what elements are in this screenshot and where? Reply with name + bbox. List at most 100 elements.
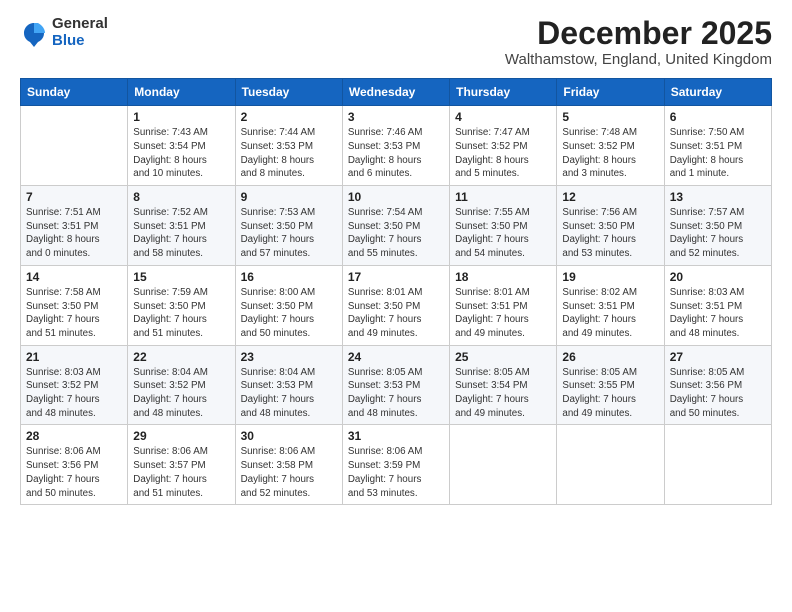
calendar-cell: 15 Sunrise: 7:59 AMSunset: 3:50 PMDayligh… xyxy=(128,265,235,345)
day-detail: Sunrise: 7:50 AMSunset: 3:51 PMDaylight:… xyxy=(670,126,766,181)
day-detail: Sunrise: 7:44 AMSunset: 3:53 PMDaylight:… xyxy=(241,126,337,181)
day-number: 9 xyxy=(241,190,337,204)
calendar-cell: 5 Sunrise: 7:48 AMSunset: 3:52 PMDaylight… xyxy=(557,106,664,186)
day-detail: Sunrise: 7:48 AMSunset: 3:52 PMDaylight:… xyxy=(562,126,658,181)
day-number: 21 xyxy=(26,350,122,364)
day-number: 31 xyxy=(348,429,444,443)
logo-text: General Blue xyxy=(52,16,108,49)
logo-icon xyxy=(20,19,48,47)
day-detail: Sunrise: 8:03 AMSunset: 3:51 PMDaylight:… xyxy=(670,286,766,341)
day-detail: Sunrise: 8:01 AMSunset: 3:50 PMDaylight:… xyxy=(348,286,444,341)
calendar-cell xyxy=(664,425,771,505)
calendar-cell: 2 Sunrise: 7:44 AMSunset: 3:53 PMDaylight… xyxy=(235,106,342,186)
day-detail: Sunrise: 7:53 AMSunset: 3:50 PMDaylight:… xyxy=(241,206,337,261)
day-number: 10 xyxy=(348,190,444,204)
day-number: 23 xyxy=(241,350,337,364)
day-of-week-header: Thursday xyxy=(450,79,557,106)
day-detail: Sunrise: 7:56 AMSunset: 3:50 PMDaylight:… xyxy=(562,206,658,261)
day-detail: Sunrise: 8:03 AMSunset: 3:52 PMDaylight:… xyxy=(26,366,122,421)
day-number: 18 xyxy=(455,270,551,284)
day-of-week-header: Saturday xyxy=(664,79,771,106)
calendar-week-row: 7 Sunrise: 7:51 AMSunset: 3:51 PMDaylight… xyxy=(21,186,772,266)
day-number: 22 xyxy=(133,350,229,364)
day-detail: Sunrise: 8:04 AMSunset: 3:52 PMDaylight:… xyxy=(133,366,229,421)
calendar-week-row: 14 Sunrise: 7:58 AMSunset: 3:50 PMDayligh… xyxy=(21,265,772,345)
calendar-cell: 25 Sunrise: 8:05 AMSunset: 3:54 PMDayligh… xyxy=(450,345,557,425)
calendar-cell: 12 Sunrise: 7:56 AMSunset: 3:50 PMDayligh… xyxy=(557,186,664,266)
calendar-cell: 13Sunrise: 7:57 AMSunset: 3:50 PMDayligh… xyxy=(664,186,771,266)
title-block: December 2025 Walthamstow, England, Unit… xyxy=(505,16,772,68)
day-detail: Sunrise: 7:59 AMSunset: 3:50 PMDaylight:… xyxy=(133,286,229,341)
day-detail: Sunrise: 8:06 AMSunset: 3:56 PMDaylight:… xyxy=(26,445,122,500)
day-detail: Sunrise: 8:05 AMSunset: 3:54 PMDaylight:… xyxy=(455,366,551,421)
calendar-cell xyxy=(21,106,128,186)
day-detail: Sunrise: 7:47 AMSunset: 3:52 PMDaylight:… xyxy=(455,126,551,181)
day-detail: Sunrise: 8:00 AMSunset: 3:50 PMDaylight:… xyxy=(241,286,337,341)
calendar-cell: 27Sunrise: 8:05 AMSunset: 3:56 PMDayligh… xyxy=(664,345,771,425)
calendar-cell: 22 Sunrise: 8:04 AMSunset: 3:52 PMDayligh… xyxy=(128,345,235,425)
day-number: 3 xyxy=(348,110,444,124)
day-number: 4 xyxy=(455,110,551,124)
day-number: 14 xyxy=(26,270,122,284)
calendar-cell xyxy=(557,425,664,505)
day-detail: Sunrise: 8:06 AMSunset: 3:57 PMDaylight:… xyxy=(133,445,229,500)
day-number: 24 xyxy=(348,350,444,364)
day-number: 26 xyxy=(562,350,658,364)
day-number: 15 xyxy=(133,270,229,284)
calendar-cell: 16 Sunrise: 8:00 AMSunset: 3:50 PMDayligh… xyxy=(235,265,342,345)
day-number: 12 xyxy=(562,190,658,204)
day-detail: Sunrise: 8:05 AMSunset: 3:55 PMDaylight:… xyxy=(562,366,658,421)
day-number: 13 xyxy=(670,190,766,204)
day-of-week-header: Monday xyxy=(128,79,235,106)
day-detail: Sunrise: 7:58 AMSunset: 3:50 PMDaylight:… xyxy=(26,286,122,341)
calendar-cell: 14 Sunrise: 7:58 AMSunset: 3:50 PMDayligh… xyxy=(21,265,128,345)
day-of-week-header: Friday xyxy=(557,79,664,106)
day-detail: Sunrise: 8:06 AMSunset: 3:59 PMDaylight:… xyxy=(348,445,444,500)
day-detail: Sunrise: 8:05 AMSunset: 3:53 PMDaylight:… xyxy=(348,366,444,421)
day-detail: Sunrise: 7:55 AMSunset: 3:50 PMDaylight:… xyxy=(455,206,551,261)
calendar-cell: 1Sunrise: 7:43 AMSunset: 3:54 PMDaylight… xyxy=(128,106,235,186)
calendar-cell: 6 Sunrise: 7:50 AMSunset: 3:51 PMDaylight… xyxy=(664,106,771,186)
day-of-week-header: Sunday xyxy=(21,79,128,106)
calendar-cell: 3 Sunrise: 7:46 AMSunset: 3:53 PMDaylight… xyxy=(342,106,449,186)
calendar-table: SundayMondayTuesdayWednesdayThursdayFrid… xyxy=(20,78,772,505)
day-number: 8 xyxy=(133,190,229,204)
day-of-week-header: Tuesday xyxy=(235,79,342,106)
day-number: 16 xyxy=(241,270,337,284)
calendar-cell: 29Sunrise: 8:06 AMSunset: 3:57 PMDayligh… xyxy=(128,425,235,505)
day-number: 11 xyxy=(455,190,551,204)
calendar-cell: 4 Sunrise: 7:47 AMSunset: 3:52 PMDaylight… xyxy=(450,106,557,186)
day-number: 28 xyxy=(26,429,122,443)
calendar-cell: 20 Sunrise: 8:03 AMSunset: 3:51 PMDayligh… xyxy=(664,265,771,345)
day-detail: Sunrise: 7:43 AMSunset: 3:54 PMDaylight:… xyxy=(133,126,229,181)
day-detail: Sunrise: 8:02 AMSunset: 3:51 PMDaylight:… xyxy=(562,286,658,341)
day-number: 20 xyxy=(670,270,766,284)
day-detail: Sunrise: 8:06 AMSunset: 3:58 PMDaylight:… xyxy=(241,445,337,500)
day-detail: Sunrise: 8:01 AMSunset: 3:51 PMDaylight:… xyxy=(455,286,551,341)
calendar-cell: 19 Sunrise: 8:02 AMSunset: 3:51 PMDayligh… xyxy=(557,265,664,345)
day-detail: Sunrise: 8:05 AMSunset: 3:56 PMDaylight:… xyxy=(670,366,766,421)
logo: General Blue xyxy=(20,16,108,49)
day-number: 6 xyxy=(670,110,766,124)
day-number: 19 xyxy=(562,270,658,284)
day-number: 2 xyxy=(241,110,337,124)
day-detail: Sunrise: 7:46 AMSunset: 3:53 PMDaylight:… xyxy=(348,126,444,181)
day-detail: Sunrise: 8:04 AMSunset: 3:53 PMDaylight:… xyxy=(241,366,337,421)
calendar-header-row: SundayMondayTuesdayWednesdayThursdayFrid… xyxy=(21,79,772,106)
calendar-week-row: 1Sunrise: 7:43 AMSunset: 3:54 PMDaylight… xyxy=(21,106,772,186)
day-number: 17 xyxy=(348,270,444,284)
calendar-cell: 21 Sunrise: 8:03 AMSunset: 3:52 PMDayligh… xyxy=(21,345,128,425)
location: Walthamstow, England, United Kingdom xyxy=(505,51,772,68)
day-of-week-header: Wednesday xyxy=(342,79,449,106)
day-detail: Sunrise: 7:51 AMSunset: 3:51 PMDaylight:… xyxy=(26,206,122,261)
calendar-cell: 9 Sunrise: 7:53 AMSunset: 3:50 PMDaylight… xyxy=(235,186,342,266)
calendar-cell: 31 Sunrise: 8:06 AMSunset: 3:59 PMDayligh… xyxy=(342,425,449,505)
day-number: 5 xyxy=(562,110,658,124)
day-number: 7 xyxy=(26,190,122,204)
calendar-cell: 7 Sunrise: 7:51 AMSunset: 3:51 PMDaylight… xyxy=(21,186,128,266)
calendar-cell: 30Sunrise: 8:06 AMSunset: 3:58 PMDayligh… xyxy=(235,425,342,505)
day-detail: Sunrise: 7:52 AMSunset: 3:51 PMDaylight:… xyxy=(133,206,229,261)
calendar-cell: 11 Sunrise: 7:55 AMSunset: 3:50 PMDayligh… xyxy=(450,186,557,266)
header: General Blue December 2025 Walthamstow, … xyxy=(20,16,772,68)
day-number: 25 xyxy=(455,350,551,364)
